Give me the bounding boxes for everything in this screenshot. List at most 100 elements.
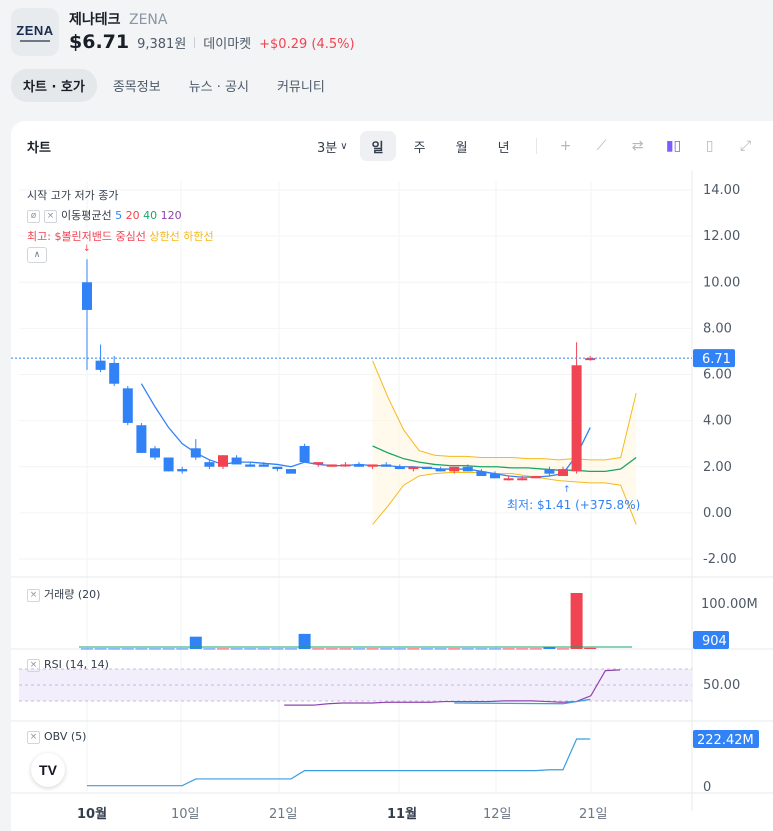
volume-badge-label: 904	[702, 634, 727, 649]
fullscreen-icon[interactable]: ⤢	[731, 138, 761, 154]
period-day[interactable]: 일	[359, 131, 396, 161]
volume-bar	[516, 648, 529, 650]
candle-body	[394, 466, 405, 470]
period-year[interactable]: 년	[486, 131, 522, 161]
candle-type-icon[interactable]: ▮▯	[659, 138, 689, 154]
x-axis-label: 11월	[387, 806, 417, 822]
volume-bar	[353, 648, 365, 650]
interval-dropdown[interactable]: 3분 ∨	[311, 131, 354, 161]
period-month[interactable]: 월	[444, 131, 480, 161]
candle-body	[204, 462, 215, 467]
volume-bar	[230, 648, 243, 650]
volume-bar	[339, 648, 352, 650]
volume-bar	[570, 593, 583, 649]
stock-name: 제나테크	[69, 12, 121, 28]
candle-body	[95, 360, 106, 370]
stock-header: ZENA 제나테크 ZENA $6.71 9,381원 데이마켓 +$0.29 …	[0, 0, 773, 120]
tab-community[interactable]: 커뮤니티	[265, 69, 337, 102]
period-week[interactable]: 주	[402, 131, 438, 161]
candle-body	[340, 464, 351, 467]
close-icon[interactable]: ×	[27, 730, 40, 744]
volume-bar	[285, 648, 297, 650]
candle-body	[299, 445, 310, 463]
price-change: +$0.29 (4.5%)	[259, 37, 355, 52]
stock-name-row: 제나테크 ZENA	[69, 9, 167, 29]
obv-label: OBV (5)	[44, 730, 87, 743]
tab-info[interactable]: 종목정보	[101, 69, 173, 102]
ma5-label: 5	[115, 209, 123, 222]
volume-bar	[121, 648, 134, 650]
visibility-icon[interactable]: ø	[27, 209, 40, 223]
price-tick-label: 0.00	[703, 506, 732, 521]
candle-body	[354, 464, 364, 467]
candle-body	[258, 464, 269, 467]
trash-icon[interactable]: ▯	[695, 138, 725, 154]
volume-bar	[393, 648, 406, 650]
low-annotation: 최저: $1.41 (+375.8%)	[507, 498, 640, 512]
divider	[194, 37, 196, 48]
price-tick-label: 2.00	[703, 460, 732, 475]
price-tick-label: 10.00	[703, 275, 740, 290]
volume-bar	[434, 648, 447, 650]
volume-bar	[584, 647, 597, 649]
chart-toolbar: 3분 ∨ 일 주 월 년 + ⟋ ⇄ ▮▯ ▯ ⤢	[311, 131, 761, 161]
x-axis-label: 10월	[77, 806, 107, 822]
ma-legend: ø × 이동평균선 5 20 40 120	[27, 207, 182, 223]
candle-body	[136, 425, 147, 453]
x-axis-label: 12일	[483, 807, 512, 822]
volume-bar	[489, 648, 501, 650]
candle-body	[408, 466, 419, 470]
rsi-label: RSI (14, 14)	[44, 658, 109, 671]
candle-body	[449, 466, 460, 472]
close-icon[interactable]: ×	[27, 588, 40, 602]
volume-legend: × 거래량 (20)	[27, 586, 100, 602]
collapse-legend-button[interactable]: ∧	[27, 247, 47, 263]
volume-bar	[448, 648, 461, 650]
high-arrow-icon: ↓	[83, 244, 91, 254]
tradingview-logo[interactable]: TV	[31, 753, 65, 787]
ohlc-legend: 시작 고가 저가 종가	[27, 189, 119, 202]
price-row: $6.71 9,381원 데이마켓 +$0.29 (4.5%)	[69, 31, 355, 53]
candle-body	[326, 464, 337, 467]
company-logo: ZENA	[11, 8, 59, 56]
candle-body	[381, 464, 392, 467]
ma-label: 이동평균선	[61, 209, 112, 222]
candle-body	[530, 475, 541, 479]
volume-bar	[475, 648, 488, 650]
volume-bar	[312, 648, 325, 650]
volume-bar	[271, 648, 284, 650]
volume-bar	[461, 648, 474, 650]
obv-legend: × OBV (5)	[27, 730, 86, 744]
candle-body	[490, 473, 500, 479]
candle-body	[435, 469, 446, 472]
volume-bar	[162, 648, 175, 650]
bollinger-legend: 최고: $볼린저밴드 중심선 상한선 하한선	[27, 228, 214, 244]
price-tick-label: -2.00	[703, 552, 737, 567]
compare-icon[interactable]: ⇄	[623, 138, 653, 154]
volume-bar	[421, 648, 433, 650]
logo-text: ZENA	[16, 22, 54, 38]
volume-tick-label: 100.00M	[701, 597, 758, 612]
draw-line-icon[interactable]: ⟋	[587, 138, 617, 154]
ma120-label: 120	[160, 209, 182, 222]
volume-bar	[543, 647, 556, 649]
price-tick-label: 6.00	[703, 368, 732, 383]
tab-news[interactable]: 뉴스 · 공시	[177, 69, 261, 102]
volume-label: 거래량 (20)	[44, 588, 101, 601]
close-icon[interactable]: ×	[27, 658, 40, 672]
volume-bar	[217, 648, 229, 650]
candle-body	[571, 365, 582, 472]
x-axis-label: 10일	[171, 807, 200, 822]
candle-body	[462, 466, 473, 472]
close-icon[interactable]: ×	[44, 209, 57, 223]
volume-bar	[135, 648, 148, 650]
volume-bar	[108, 648, 121, 650]
x-axis-label: 21일	[579, 807, 608, 822]
candle-body	[585, 358, 596, 361]
stock-tabs: 차트 · 호가 종목정보 뉴스 · 공시 커뮤니티	[11, 69, 337, 102]
volume-bar	[94, 648, 107, 650]
candle-body	[272, 466, 283, 470]
crosshair-icon[interactable]: +	[551, 138, 581, 154]
volume-bar	[203, 648, 216, 650]
tab-chart[interactable]: 차트 · 호가	[11, 69, 97, 102]
